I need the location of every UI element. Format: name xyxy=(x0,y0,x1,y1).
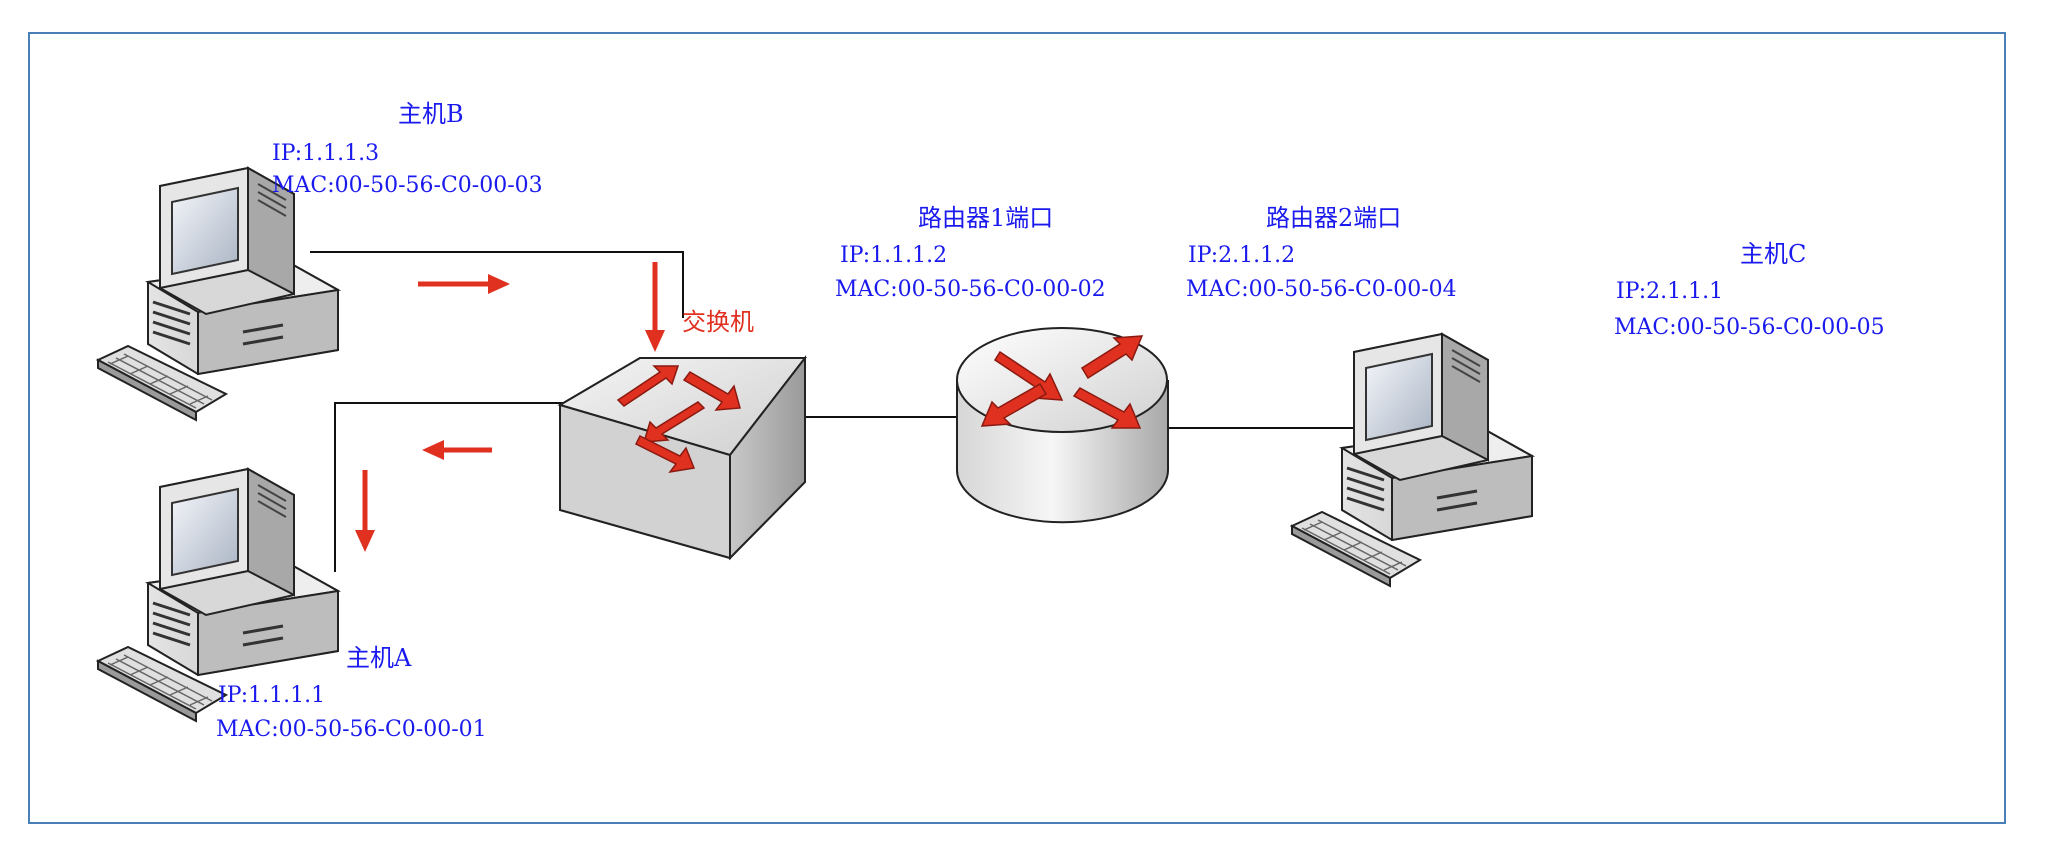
host-c-ip: IP:2.1.1.1 xyxy=(1616,279,1723,304)
router-port1-label: 路由器1端口 IP:1.1.1.2 MAC:00-50-56-C0-00-02 xyxy=(835,204,1106,302)
host-c-computer-icon xyxy=(1290,332,1534,588)
network-diagram: 主机B IP:1.1.1.3 MAC:00-50-56-C0-00-03 交换机… xyxy=(96,100,1885,742)
router-port2-name: 路由器2端口 xyxy=(1266,204,1401,232)
arrow-down-switch-icon xyxy=(645,262,665,352)
host-b-mac: MAC:00-50-56-C0-00-03 xyxy=(272,173,543,198)
router-port1-mac: MAC:00-50-56-C0-00-02 xyxy=(835,277,1106,302)
switch-icon xyxy=(557,355,808,561)
host-a-mac: MAC:00-50-56-C0-00-01 xyxy=(216,717,487,742)
arrow-down-host-a-icon xyxy=(355,470,375,552)
link-host-a-switch xyxy=(334,402,567,572)
router-port1-name: 路由器1端口 xyxy=(918,204,1053,232)
router-icon xyxy=(956,327,1169,524)
host-c-mac: MAC:00-50-56-C0-00-05 xyxy=(1614,315,1885,340)
host-b-ip: IP:1.1.1.3 xyxy=(272,141,379,166)
host-b-label: 主机B IP:1.1.1.3 MAC:00-50-56-C0-00-03 xyxy=(272,100,543,198)
arrow-right-icon xyxy=(418,274,510,294)
router-port1-ip: IP:1.1.1.2 xyxy=(840,243,947,268)
host-b-name: 主机B xyxy=(398,100,464,128)
host-a-name: 主机A xyxy=(346,644,412,672)
host-c-label: 主机C IP:2.1.1.1 MAC:00-50-56-C0-00-05 xyxy=(1614,240,1885,340)
host-a-ip: IP:1.1.1.1 xyxy=(218,683,325,708)
host-c-name: 主机C xyxy=(1740,240,1806,268)
router-port2-mac: MAC:00-50-56-C0-00-04 xyxy=(1186,277,1457,302)
router-port2-label: 路由器2端口 IP:2.1.1.2 MAC:00-50-56-C0-00-04 xyxy=(1186,204,1457,302)
router-port2-ip: IP:2.1.1.2 xyxy=(1188,243,1295,268)
host-b-computer-icon xyxy=(96,166,340,422)
arrow-left-icon xyxy=(422,440,492,460)
switch-label: 交换机 xyxy=(682,308,754,336)
